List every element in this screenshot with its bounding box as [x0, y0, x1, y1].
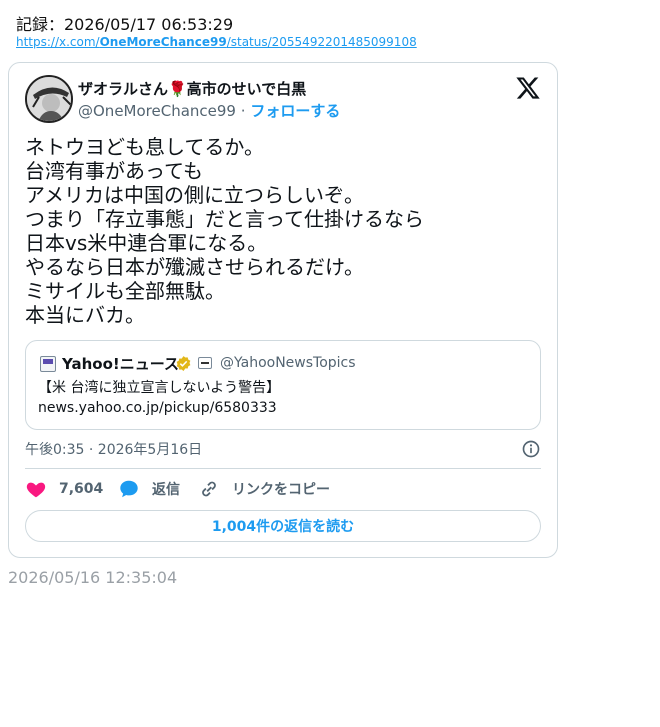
handle-separator: ·: [240, 102, 246, 120]
verified-badge-icon: [176, 356, 191, 371]
avatar[interactable]: [25, 75, 73, 123]
quoted-author-name: Yahoo!ニュース: [62, 355, 179, 373]
quoted-tweet[interactable]: Yahoo!ニュース @YahooNewsTopics 【米 台湾に独立宣言しな…: [25, 340, 541, 430]
read-replies-button[interactable]: 1,004件の返信を読む: [25, 510, 541, 542]
author-handle[interactable]: @OneMoreChance99: [78, 102, 236, 120]
reply-label: 返信: [152, 482, 180, 498]
quoted-author-handle: @YahooNewsTopics: [220, 355, 356, 371]
info-icon[interactable]: [521, 439, 541, 459]
footer-timestamp: 2026/05/16 12:35:04: [8, 568, 178, 587]
like-count: 7,604: [59, 481, 104, 497]
source-url-prefix: https://x.com/: [16, 35, 100, 49]
yahoo-news-avatar-icon: [40, 356, 56, 372]
record-timestamp: 記録：2026/05/17 06:53:29: [16, 15, 234, 34]
tweet-line: 本当にバカ。: [25, 303, 145, 327]
heart-icon: [26, 482, 46, 498]
quoted-line: 【米 台湾に独立宣言しないよう警告】: [38, 380, 281, 396]
quoted-tweet-text: 【米 台湾に独立宣言しないよう警告】 news.yahoo.co.jp/pick…: [38, 378, 280, 418]
reply-button[interactable]: 返信: [118, 478, 180, 500]
tweet-line: ミサイルも全部無駄。: [25, 279, 225, 303]
tweet-card: ザオラルさん🌹高市のせいで白黒 @OneMoreChance99 · フォローす…: [8, 62, 558, 558]
avatar-image: [27, 77, 71, 121]
x-logo-icon[interactable]: [515, 75, 541, 101]
source-url-suffix: /status/2055492201485099108: [226, 35, 417, 49]
source-url-user: OneMoreChance99: [99, 35, 227, 49]
divider: [25, 468, 541, 469]
like-button[interactable]: 7,604: [25, 478, 103, 500]
tweet-line: ネトウヨども息してるか。: [25, 135, 264, 159]
tweet-line: アメリカは中国の側に立つらしいぞ。: [25, 183, 364, 207]
tweet-timestamp[interactable]: 午後0:35 · 2026年5月16日: [25, 439, 202, 459]
follow-button[interactable]: フォローする: [250, 102, 340, 120]
tweet-text: ネトウヨども息してるか。 台湾有事があっても アメリカは中国の側に立つらしいぞ。…: [25, 135, 424, 327]
author-handle-row: @OneMoreChance99 · フォローする: [78, 100, 340, 121]
tweet-line: やるなら日本が殲滅させられるだけ。: [25, 255, 364, 279]
quoted-link[interactable]: news.yahoo.co.jp/pickup/6580333: [38, 398, 280, 418]
copy-link-button[interactable]: リンクをコピー: [198, 478, 330, 500]
link-icon: [202, 481, 216, 497]
tweet-line: つまり「存立事態」だと言って仕掛けるなら: [25, 207, 424, 231]
copy-link-label: リンクをコピー: [232, 482, 330, 498]
tweet-line: 日本vs米中連合軍になる。: [25, 231, 268, 255]
affiliate-badge-icon: [198, 357, 212, 369]
tweet-line: 台湾有事があっても: [25, 159, 203, 183]
author-name[interactable]: ザオラルさん🌹高市のせいで白黒: [78, 78, 306, 99]
source-url-link[interactable]: https://x.com/OneMoreChance99/status/205…: [16, 35, 417, 49]
chat-bubble-icon: [120, 480, 138, 498]
